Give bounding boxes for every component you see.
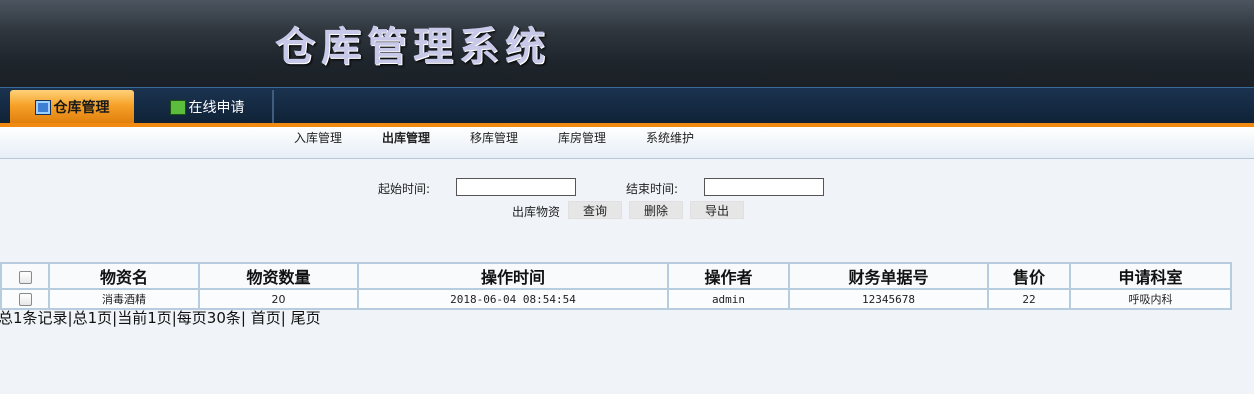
app-title: 仓库管理系统 bbox=[275, 23, 551, 70]
start-time-input[interactable] bbox=[456, 178, 576, 196]
query-button[interactable]: 查询 bbox=[568, 201, 622, 219]
pagination: 总1条记录|总1页|当前1页|每页30条| 首页| 尾页 bbox=[0, 307, 321, 328]
pagination-separator: | bbox=[280, 309, 286, 327]
sub-nav: 入库管理 出库管理 移库管理 库房管理 系统维护 bbox=[0, 127, 1254, 159]
tab-label: 在线申请 bbox=[188, 100, 245, 116]
app-header: 仓库管理系统 bbox=[0, 0, 1254, 87]
outbound-table: 物资名 物资数量 操作时间 操作者 财务单据号 售价 申请科室 消毒酒精 20 … bbox=[0, 262, 1232, 310]
column-header: 申请科室 bbox=[1069, 262, 1232, 290]
pagination-summary: 总1条记录|总1页|当前1页|每页30条| bbox=[0, 309, 246, 327]
select-all-cell bbox=[0, 262, 50, 290]
row-checkbox[interactable] bbox=[18, 292, 32, 306]
outbound-materials-label: 出库物资 bbox=[512, 205, 561, 219]
end-time-label: 结束时间: bbox=[626, 182, 679, 196]
column-header: 物资数量 bbox=[198, 262, 359, 290]
table-cell: 消毒酒精 bbox=[48, 288, 200, 310]
tab-label: 仓库管理 bbox=[53, 100, 110, 116]
last-page-link[interactable]: 尾页 bbox=[291, 309, 321, 327]
tab-online-application[interactable]: 在线申请 bbox=[142, 90, 272, 124]
column-header: 操作者 bbox=[667, 262, 790, 290]
table-cell: 22 bbox=[987, 288, 1071, 310]
column-header: 售价 bbox=[987, 262, 1071, 290]
column-header: 物资名 bbox=[48, 262, 200, 290]
select-all-checkbox[interactable] bbox=[18, 270, 32, 284]
table-cell: 呼吸内科 bbox=[1069, 288, 1232, 310]
row-select-cell bbox=[0, 288, 50, 310]
subnav-item-transfer[interactable]: 移库管理 bbox=[470, 129, 518, 146]
monitor-icon bbox=[34, 99, 51, 115]
column-header: 操作时间 bbox=[357, 262, 669, 290]
export-button[interactable]: 导出 bbox=[690, 201, 744, 219]
subnav-item-inbound[interactable]: 入库管理 bbox=[294, 129, 342, 146]
column-header: 财务单据号 bbox=[788, 262, 989, 290]
end-time-input[interactable] bbox=[704, 178, 824, 196]
subnav-item-storeroom[interactable]: 库房管理 bbox=[558, 129, 606, 146]
tab-warehouse-management[interactable]: 仓库管理 bbox=[10, 90, 134, 124]
table-cell: 2018-06-04 08:54:54 bbox=[357, 288, 669, 310]
table-cell: admin bbox=[667, 288, 790, 310]
delete-button[interactable]: 删除 bbox=[629, 201, 683, 219]
first-page-link[interactable]: 首页 bbox=[251, 309, 281, 327]
table-header-row: 物资名 物资数量 操作时间 操作者 财务单据号 售价 申请科室 bbox=[0, 262, 1232, 290]
book-icon bbox=[169, 99, 186, 115]
table-cell: 20 bbox=[198, 288, 359, 310]
table-row: 消毒酒精 20 2018-06-04 08:54:54 admin 123456… bbox=[0, 288, 1232, 310]
table-cell: 12345678 bbox=[788, 288, 989, 310]
subnav-item-outbound[interactable]: 出库管理 bbox=[382, 129, 430, 146]
start-time-label: 起始时间: bbox=[378, 182, 431, 196]
subnav-item-system[interactable]: 系统维护 bbox=[646, 129, 694, 146]
main-nav: 仓库管理 在线申请 bbox=[0, 87, 1254, 124]
nav-divider bbox=[272, 90, 274, 124]
